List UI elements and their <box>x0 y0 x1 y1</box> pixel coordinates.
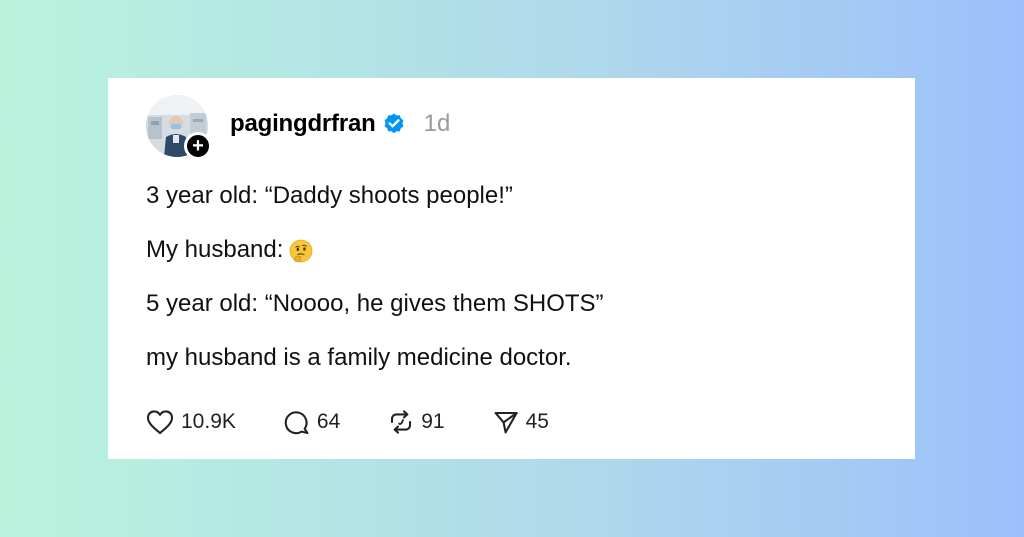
repost-button[interactable]: 91 <box>388 409 445 435</box>
thinking-face-icon <box>290 239 313 263</box>
send-icon <box>494 411 518 434</box>
post-timestamp: 1d <box>423 110 451 137</box>
post-line-2-text: My husband: <box>146 236 284 263</box>
follow-button[interactable]: + <box>184 132 212 160</box>
share-button[interactable]: 45 <box>493 409 549 435</box>
avatar-container[interactable]: + <box>146 95 212 160</box>
post-actions: 10.9K 64 91 45 <box>146 408 597 436</box>
like-count: 10.9K <box>181 410 236 433</box>
reply-count: 64 <box>316 410 341 433</box>
post-header: pagingdrfran 1d <box>230 108 450 140</box>
comment-icon <box>284 411 309 435</box>
reply-button[interactable]: 64 <box>284 409 340 435</box>
post-card: + pagingdrfran 1d 3 year old: “Daddy sho… <box>108 78 915 459</box>
plus-icon: + <box>192 135 204 157</box>
heart-icon <box>146 410 174 435</box>
post-line-1: 3 year old: “Daddy shoots people!” <box>146 182 513 209</box>
repost-count: 91 <box>421 410 445 433</box>
post-line-3: 5 year old: “Noooo, he gives them SHOTS” <box>146 290 604 317</box>
post-line-4: my husband is a family medicine doctor. <box>146 344 572 371</box>
like-button[interactable]: 10.9K <box>146 409 236 435</box>
share-count: 45 <box>525 410 549 433</box>
repost-icon <box>391 410 412 434</box>
post-line-2: My husband: <box>146 234 886 288</box>
post-body: 3 year old: “Daddy shoots people!” My hu… <box>146 180 886 396</box>
username[interactable]: pagingdrfran <box>230 110 376 138</box>
verified-badge-icon <box>384 113 404 134</box>
